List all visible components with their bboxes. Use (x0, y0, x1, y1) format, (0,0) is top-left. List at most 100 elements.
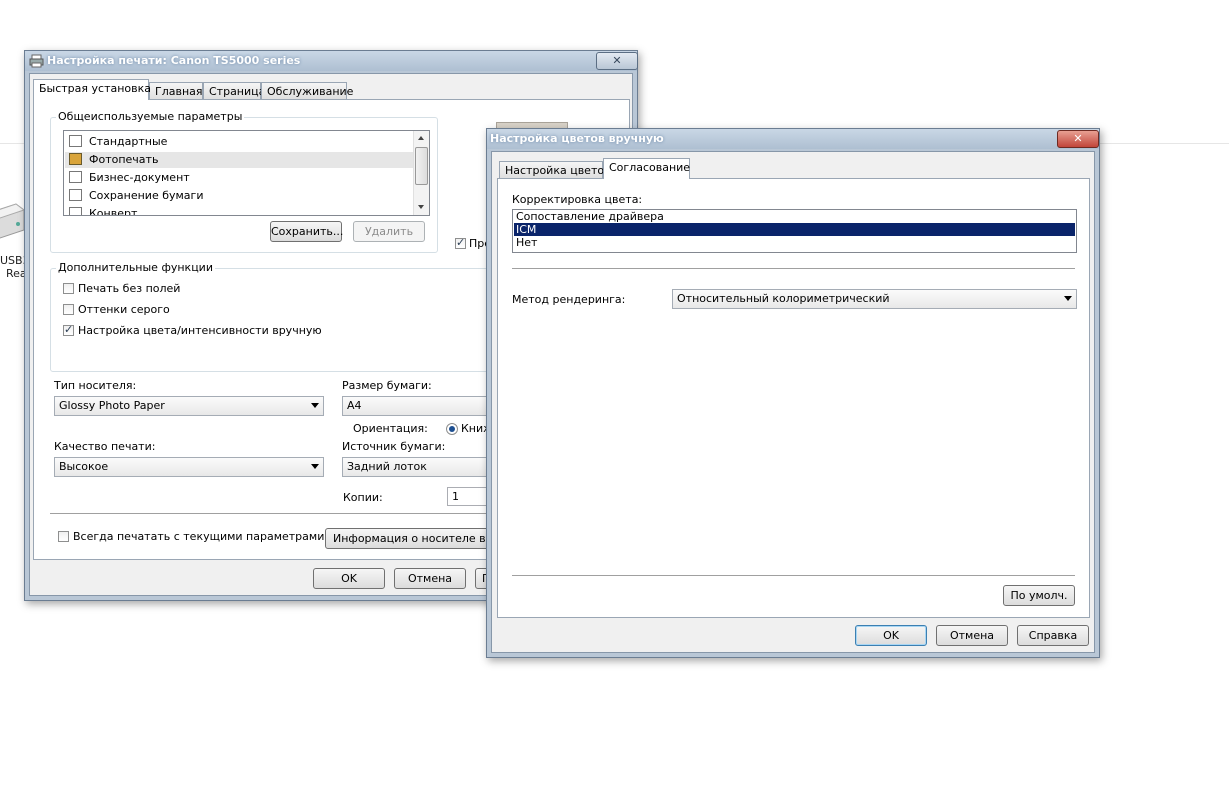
print-cancel-label: Отмена (407, 572, 453, 585)
checkmark-icon: ✓ (456, 236, 466, 249)
paper-source-label: Источник бумаги: (342, 440, 446, 453)
list-item-photo-label: Фотопечать (89, 153, 159, 166)
color-help-button[interactable]: Справка (1017, 625, 1089, 646)
chevron-down-icon (311, 403, 319, 408)
color-cancel-button[interactable]: Отмена (936, 625, 1008, 646)
correction-driver-matching[interactable]: Сопоставление драйвера (514, 210, 1075, 223)
media-type-select[interactable]: Glossy Photo Paper (54, 396, 324, 416)
correction-icm[interactable]: ICM (514, 223, 1075, 236)
tab-page-label: Страница (209, 85, 266, 98)
paper-size-select[interactable]: A4 (342, 396, 502, 416)
list-item-envelope[interactable]: Конверт (65, 206, 428, 215)
media-type-label: Тип носителя: (54, 379, 137, 392)
color-ok-label: OK (883, 629, 899, 642)
paper-source-value: Задний лоток (347, 460, 427, 473)
scroll-thumb[interactable] (415, 147, 428, 185)
media-type-value: Glossy Photo Paper (59, 399, 165, 412)
matching-separator-top (512, 268, 1075, 270)
orientation-portrait-radio[interactable] (446, 423, 458, 435)
tab-quick-setup[interactable]: Быстрая установка (33, 79, 151, 100)
manual-color-checkbox[interactable]: ✓ (63, 323, 74, 336)
scroll-down-icon[interactable] (418, 205, 424, 209)
common-settings-list[interactable]: Стандартные Фотопечать Бизнес-документ С… (63, 130, 430, 216)
usb-drive-icon[interactable] (0, 200, 24, 240)
print-ok-button[interactable]: OK (313, 568, 385, 589)
close-icon: ✕ (1073, 132, 1083, 145)
print-ok-label: OK (341, 572, 357, 585)
document-icon (69, 135, 82, 147)
render-method-select[interactable]: Относительный колориметрический (672, 289, 1077, 309)
manual-color-label: Настройка цвета/интенсивности вручную (78, 324, 322, 337)
borderless-checkbox[interactable] (63, 283, 74, 294)
delete-preset-label: Удалить (364, 225, 414, 238)
print-quality-select[interactable]: Высокое (54, 457, 324, 477)
list-item-paper-saving[interactable]: Сохранение бумаги (65, 188, 428, 204)
print-cancel-button[interactable]: Отмена (394, 568, 466, 589)
tab-color-settings[interactable]: Настройка цветов (499, 161, 611, 179)
tab-main[interactable]: Главная (149, 82, 203, 100)
manual-color-client: Настройка цветов Согласование Корректиро… (491, 151, 1095, 653)
always-print-label: Всегда печатать с текущими параметрами (73, 530, 325, 543)
checkmark-icon: ✓ (64, 323, 74, 336)
print-settings-title: Настройка печати: Canon TS5000 series (47, 54, 301, 67)
color-ok-button[interactable]: OK (855, 625, 927, 646)
envelope-icon (69, 207, 82, 215)
tab-maintenance-label: Обслуживание (267, 85, 354, 98)
media-info-button[interactable]: Информация о носителе в при (325, 528, 500, 549)
borderless-label: Печать без полей (78, 282, 181, 295)
correction-icm-label: ICM (516, 223, 537, 236)
photo-icon (69, 153, 82, 165)
tab-color-settings-label: Настройка цветов (505, 164, 611, 177)
color-correction-list[interactable]: Сопоставление драйвера ICM Нет (512, 209, 1077, 253)
tab-matching-label: Согласование (609, 161, 691, 174)
list-item-photo[interactable]: Фотопечать (65, 152, 428, 168)
color-cancel-label: Отмена (949, 629, 995, 642)
color-correction-label: Корректировка цвета: (512, 193, 643, 206)
grayscale-label: Оттенки серого (78, 303, 170, 316)
list-item-standard[interactable]: Стандартные (65, 134, 428, 150)
tab-matching[interactable]: Согласование (603, 158, 690, 179)
close-icon: ✕ (612, 54, 622, 67)
delete-preset-button[interactable]: Удалить (353, 221, 425, 242)
tab-page[interactable]: Страница (203, 82, 265, 100)
paper-size-value: A4 (347, 399, 362, 412)
defaults-button[interactable]: По умолч. (1003, 585, 1075, 606)
correction-driver-matching-label: Сопоставление драйвера (516, 210, 664, 223)
list-item-standard-label: Стандартные (89, 135, 168, 148)
save-preset-label: Сохранить... (271, 225, 344, 238)
color-help-label: Справка (1028, 629, 1078, 642)
print-quality-label: Качество печати: (54, 440, 156, 453)
paper-source-select[interactable]: Задний лоток (342, 457, 502, 477)
manual-color-titlebar[interactable]: Настройка цветов вручную ✕ (487, 129, 1099, 149)
manual-color-title: Настройка цветов вручную (490, 132, 664, 145)
scroll-up-icon[interactable] (418, 136, 424, 140)
tab-main-label: Главная (155, 85, 203, 98)
common-list-scrollbar[interactable] (413, 131, 429, 215)
common-settings-title: Общеиспользуемые параметры (56, 110, 245, 123)
paper-size-label: Размер бумаги: (342, 379, 432, 392)
chevron-down-icon (1064, 296, 1072, 301)
panel-separator (50, 513, 510, 515)
grayscale-checkbox[interactable] (63, 304, 74, 315)
print-quality-value: Высокое (59, 460, 109, 473)
copies-value: 1 (452, 490, 459, 503)
render-method-label: Метод рендеринга: (512, 293, 626, 306)
correction-none-label: Нет (516, 236, 538, 249)
matching-separator-bottom (512, 575, 1075, 577)
manual-color-close-button[interactable]: ✕ (1057, 130, 1099, 148)
manual-color-window: Настройка цветов вручную ✕ Настройка цве… (486, 128, 1100, 658)
tab-maintenance[interactable]: Обслуживание (261, 82, 353, 100)
copies-label: Копии: (343, 491, 383, 504)
save-preset-button[interactable]: Сохранить... (270, 221, 344, 242)
print-settings-titlebar[interactable]: Настройка печати: Canon TS5000 series ✕ (25, 51, 638, 71)
orientation-label: Ориентация: (353, 422, 428, 435)
print-settings-close-button[interactable]: ✕ (596, 52, 638, 70)
always-print-checkbox[interactable] (58, 531, 69, 542)
correction-none[interactable]: Нет (514, 236, 1075, 249)
list-item-business-label: Бизнес-документ (89, 171, 190, 184)
preview-checkbox[interactable]: ✓ (455, 236, 466, 249)
media-info-label: Информация о носителе в при (333, 532, 500, 545)
printer-icon (29, 54, 44, 68)
list-item-business[interactable]: Бизнес-документ (65, 170, 428, 186)
chevron-down-icon (311, 464, 319, 469)
